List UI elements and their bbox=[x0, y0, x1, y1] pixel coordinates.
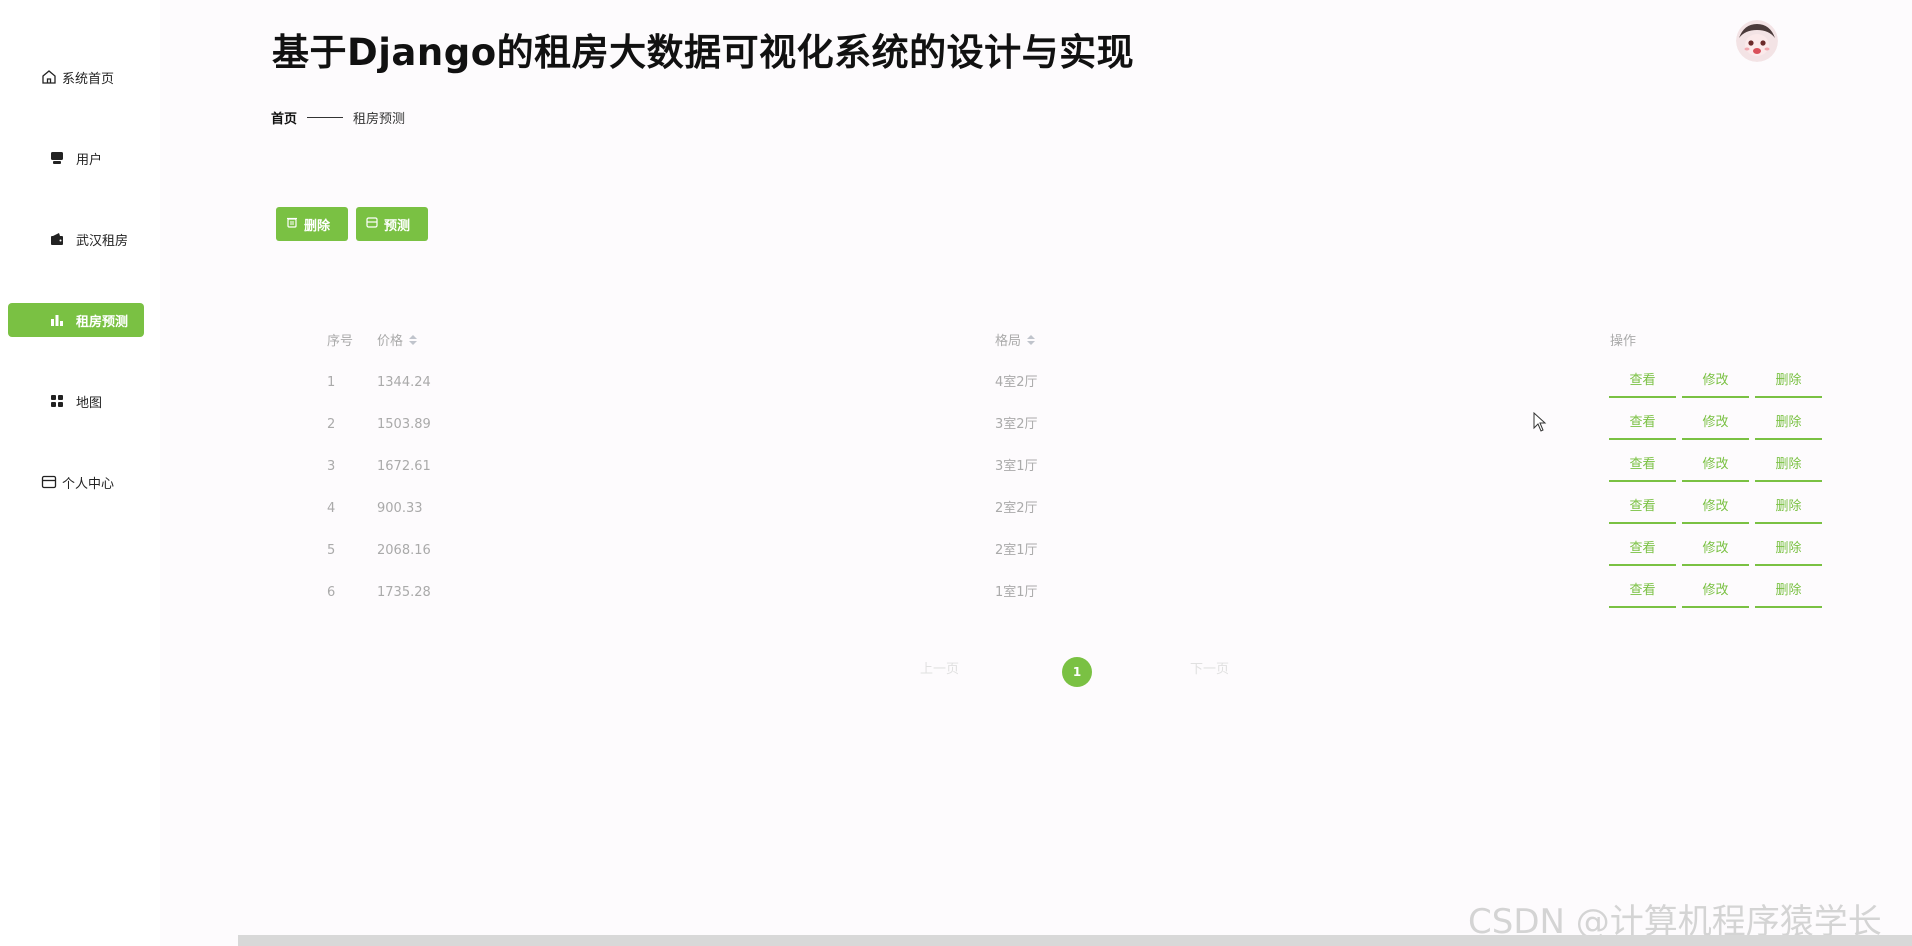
bar-chart-icon bbox=[48, 311, 66, 329]
cell-layout: 4室2厅 bbox=[995, 375, 1038, 390]
cell-layout: 1室1厅 bbox=[995, 585, 1038, 600]
view-button[interactable]: 查看 bbox=[1609, 494, 1676, 524]
table-row: 4 900.33 2室2厅 查看 修改 删除 bbox=[0, 488, 1912, 530]
cell-layout: 2室2厅 bbox=[995, 501, 1038, 516]
sidebar-item-label: 用户 bbox=[76, 152, 103, 168]
cell-layout: 3室2厅 bbox=[995, 417, 1038, 432]
sidebar-item-home[interactable]: 系统首页 bbox=[8, 60, 144, 94]
table-row: 6 1735.28 1室1厅 查看 修改 删除 bbox=[0, 572, 1912, 614]
row-delete-button[interactable]: 删除 bbox=[1755, 452, 1822, 482]
column-header-layout[interactable]: 格局 bbox=[995, 330, 1036, 349]
row-delete-button[interactable]: 删除 bbox=[1755, 410, 1822, 440]
row-delete-button[interactable]: 删除 bbox=[1755, 368, 1822, 398]
avatar[interactable] bbox=[1736, 20, 1778, 62]
table-row: 3 1672.61 3室1厅 查看 修改 删除 bbox=[0, 446, 1912, 488]
user-icon bbox=[48, 149, 66, 167]
cell-price: 900.33 bbox=[377, 501, 423, 516]
view-button[interactable]: 查看 bbox=[1609, 536, 1676, 566]
cell-index: 1 bbox=[327, 375, 336, 390]
column-header-price[interactable]: 价格 bbox=[377, 330, 418, 349]
delete-button-label: 删除 bbox=[304, 218, 331, 234]
view-button[interactable]: 查看 bbox=[1609, 368, 1676, 398]
sidebar-item-rent-prediction[interactable]: 租房预测 bbox=[8, 303, 144, 337]
table-row: 1 1344.24 4室2厅 查看 修改 删除 bbox=[0, 362, 1912, 404]
delete-button[interactable]: 删除 bbox=[276, 207, 348, 241]
sidebar-item-wuhan-rental[interactable]: 武汉租房 bbox=[8, 222, 144, 256]
cell-index: 6 bbox=[327, 585, 336, 600]
predict-button[interactable]: 预测 bbox=[356, 207, 428, 241]
edit-button[interactable]: 修改 bbox=[1682, 452, 1749, 482]
cell-index: 2 bbox=[327, 417, 336, 432]
cell-layout: 3室1厅 bbox=[995, 459, 1038, 474]
page-title: 基于Django的租房大数据可视化系统的设计与实现 bbox=[272, 31, 1135, 74]
mouse-cursor-icon bbox=[1533, 411, 1547, 436]
view-button[interactable]: 查看 bbox=[1609, 410, 1676, 440]
row-delete-button[interactable]: 删除 bbox=[1755, 494, 1822, 524]
table-row: 2 1503.89 3室2厅 查看 修改 删除 bbox=[0, 404, 1912, 446]
trash-icon bbox=[286, 216, 304, 232]
cell-price: 1344.24 bbox=[377, 375, 431, 390]
edit-button[interactable]: 修改 bbox=[1682, 410, 1749, 440]
column-header-label: 序号 bbox=[327, 334, 354, 349]
column-header-label: 价格 bbox=[377, 334, 404, 349]
predict-icon bbox=[366, 216, 384, 232]
column-header-index: 序号 bbox=[327, 330, 353, 349]
wallet-icon bbox=[48, 230, 66, 248]
column-header-label: 操作 bbox=[1610, 334, 1637, 349]
row-delete-button[interactable]: 删除 bbox=[1755, 536, 1822, 566]
predict-button-label: 预测 bbox=[384, 218, 411, 234]
sidebar-item-label: 租房预测 bbox=[76, 314, 129, 330]
edit-button[interactable]: 修改 bbox=[1682, 494, 1749, 524]
view-button[interactable]: 查看 bbox=[1609, 452, 1676, 482]
sort-icon[interactable] bbox=[409, 334, 418, 345]
edit-button[interactable]: 修改 bbox=[1682, 536, 1749, 566]
breadcrumb: 首页 租房预测 bbox=[271, 108, 405, 127]
sidebar-item-label: 系统首页 bbox=[62, 71, 115, 87]
sidebar-item-label: 武汉租房 bbox=[76, 233, 129, 249]
breadcrumb-current: 租房预测 bbox=[353, 112, 406, 127]
edit-button[interactable]: 修改 bbox=[1682, 368, 1749, 398]
view-button[interactable]: 查看 bbox=[1609, 578, 1676, 608]
cell-price: 1735.28 bbox=[377, 585, 431, 600]
sort-icon[interactable] bbox=[1027, 334, 1036, 345]
next-page-button[interactable]: 下一页 bbox=[1190, 658, 1229, 677]
table-row: 5 2068.16 2室1厅 查看 修改 删除 bbox=[0, 530, 1912, 572]
cell-layout: 2室1厅 bbox=[995, 543, 1038, 558]
cell-index: 5 bbox=[327, 543, 336, 558]
cell-price: 1503.89 bbox=[377, 417, 431, 432]
cell-price: 1672.61 bbox=[377, 459, 431, 474]
prev-page-button[interactable]: 上一页 bbox=[920, 658, 959, 677]
horizontal-scrollbar[interactable] bbox=[238, 935, 1912, 946]
breadcrumb-separator bbox=[307, 117, 344, 118]
edit-button[interactable]: 修改 bbox=[1682, 578, 1749, 608]
row-delete-button[interactable]: 删除 bbox=[1755, 578, 1822, 608]
cell-price: 2068.16 bbox=[377, 543, 431, 558]
cell-index: 4 bbox=[327, 501, 336, 516]
column-header-label: 格局 bbox=[995, 334, 1022, 349]
breadcrumb-home[interactable]: 首页 bbox=[271, 108, 297, 127]
column-header-actions: 操作 bbox=[1610, 330, 1636, 349]
page-number-current[interactable]: 1 bbox=[1062, 657, 1092, 687]
cell-index: 3 bbox=[327, 459, 336, 474]
home-icon bbox=[40, 68, 58, 86]
sidebar-item-user[interactable]: 用户 bbox=[8, 141, 144, 175]
